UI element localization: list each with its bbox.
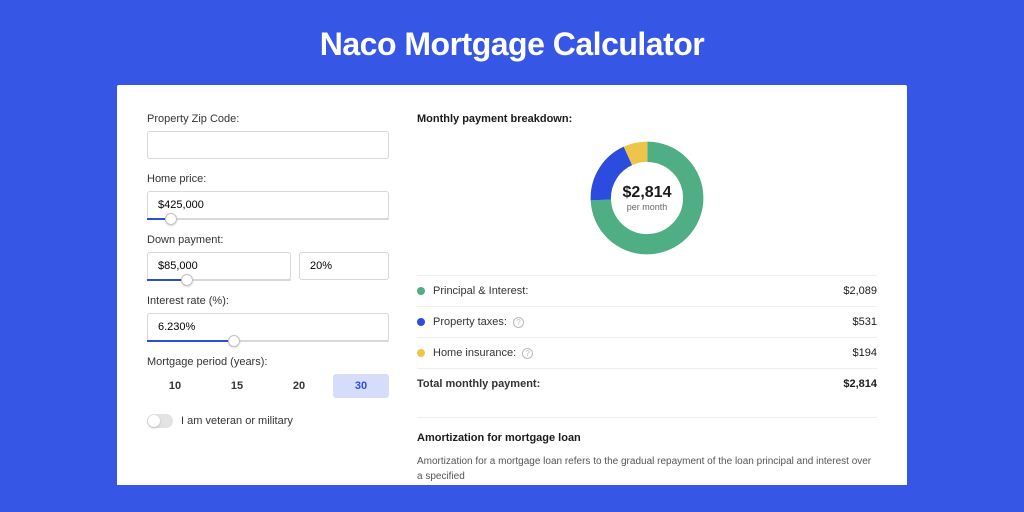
veteran-row: I am veteran or military <box>147 414 389 428</box>
amortization-title: Amortization for mortgage loan <box>417 432 877 444</box>
period-label: Mortgage period (years): <box>147 356 389 368</box>
legend-total-value: $2,814 <box>843 378 877 390</box>
legend-value: $194 <box>853 347 877 359</box>
donut-chart: $2,814 per month <box>417 137 877 259</box>
donut-sub: per month <box>623 202 672 212</box>
legend-dot-icon <box>417 349 425 357</box>
legend-row-total: Total monthly payment:$2,814 <box>417 369 877 399</box>
donut-center: $2,814 per month <box>623 184 672 212</box>
zip-input[interactable] <box>147 131 389 159</box>
info-icon[interactable]: ? <box>522 348 533 359</box>
info-icon[interactable]: ? <box>513 317 524 328</box>
interest-label: Interest rate (%): <box>147 295 389 307</box>
interest-slider[interactable] <box>147 340 389 342</box>
page-title: Naco Mortgage Calculator <box>0 0 1024 85</box>
legend-value: $2,089 <box>843 285 877 297</box>
period-btn-10[interactable]: 10 <box>147 374 203 398</box>
legend-label: Property taxes:? <box>433 316 853 328</box>
legend: Principal & Interest:$2,089Property taxe… <box>417 275 877 399</box>
calculator-card: Property Zip Code: Home price: Down paym… <box>117 85 907 485</box>
legend-total-label: Total monthly payment: <box>417 378 843 390</box>
period-options: 10152030 <box>147 374 389 398</box>
home-price-input[interactable] <box>147 191 389 219</box>
zip-group: Property Zip Code: <box>147 113 389 159</box>
zip-label: Property Zip Code: <box>147 113 389 125</box>
donut-amount: $2,814 <box>623 184 672 202</box>
legend-row-1: Property taxes:?$531 <box>417 307 877 338</box>
form-column: Property Zip Code: Home price: Down paym… <box>147 113 389 485</box>
down-payment-slider-thumb[interactable] <box>181 274 193 286</box>
amortization-section: Amortization for mortgage loan Amortizat… <box>417 417 877 484</box>
down-payment-label: Down payment: <box>147 234 389 246</box>
period-btn-20[interactable]: 20 <box>271 374 327 398</box>
legend-dot-icon <box>417 318 425 326</box>
breakdown-column: Monthly payment breakdown: $2,814 per mo… <box>417 113 877 485</box>
home-price-group: Home price: <box>147 173 389 220</box>
interest-slider-fill <box>147 340 234 342</box>
veteran-label: I am veteran or military <box>181 415 293 427</box>
period-btn-15[interactable]: 15 <box>209 374 265 398</box>
down-payment-group: Down payment: <box>147 234 389 281</box>
legend-label: Principal & Interest: <box>433 285 843 297</box>
interest-slider-thumb[interactable] <box>228 335 240 347</box>
legend-dot-icon <box>417 287 425 295</box>
period-group: Mortgage period (years): 10152030 <box>147 356 389 398</box>
interest-group: Interest rate (%): <box>147 295 389 342</box>
amortization-text: Amortization for a mortgage loan refers … <box>417 454 877 484</box>
legend-row-2: Home insurance:?$194 <box>417 338 877 369</box>
legend-row-0: Principal & Interest:$2,089 <box>417 276 877 307</box>
breakdown-title: Monthly payment breakdown: <box>417 113 877 125</box>
down-payment-pct-input[interactable] <box>299 252 389 280</box>
interest-input[interactable] <box>147 313 389 341</box>
veteran-toggle[interactable] <box>147 414 173 428</box>
period-btn-30[interactable]: 30 <box>333 374 389 398</box>
legend-label: Home insurance:? <box>433 347 853 359</box>
home-price-slider[interactable] <box>147 218 389 220</box>
down-payment-input[interactable] <box>147 252 291 280</box>
down-payment-slider[interactable] <box>147 279 291 281</box>
home-price-label: Home price: <box>147 173 389 185</box>
legend-value: $531 <box>853 316 877 328</box>
home-price-slider-thumb[interactable] <box>165 213 177 225</box>
